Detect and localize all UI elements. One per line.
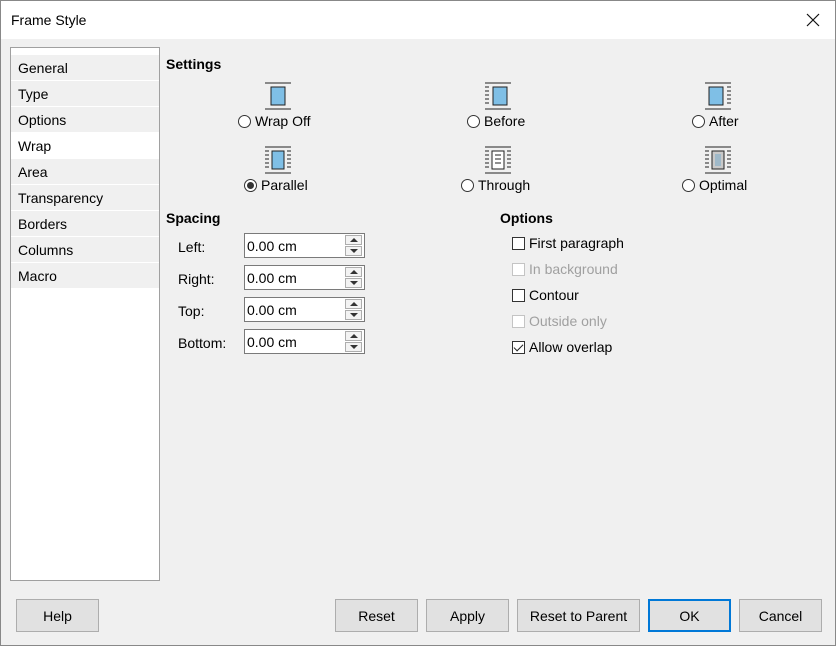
left-spacing-decrement[interactable]: [345, 246, 362, 256]
frame-style-dialog: Frame Style General Type Options Wrap Ar…: [0, 0, 836, 646]
sidebar-item-wrap[interactable]: Wrap: [11, 132, 159, 158]
optimal-radio[interactable]: [682, 178, 695, 192]
arrow-down-icon: [349, 249, 358, 253]
arrow-up-icon: [349, 270, 358, 274]
top-spacing-decrement[interactable]: [345, 310, 362, 320]
close-icon: [806, 13, 820, 27]
apply-button[interactable]: Apply: [426, 599, 509, 632]
first-paragraph-label: First paragraph: [529, 235, 624, 251]
options-heading: Options: [500, 210, 553, 226]
reset-button[interactable]: Reset: [335, 599, 418, 632]
sidebar-item-macro[interactable]: Macro: [11, 262, 159, 288]
sidebar-item-general[interactable]: General: [11, 54, 159, 80]
left-spacing-input[interactable]: [245, 234, 343, 257]
wrap-parallel-icon[interactable]: [264, 146, 292, 176]
window-title: Frame Style: [11, 12, 87, 28]
bottom-spacing-decrement[interactable]: [345, 342, 362, 352]
bottom-spacing-increment[interactable]: [345, 331, 362, 341]
top-spacing-increment[interactable]: [345, 299, 362, 309]
arrow-up-icon: [349, 238, 358, 242]
first-paragraph-option[interactable]: First paragraph: [512, 234, 624, 252]
top-spacing-label: Top:: [178, 303, 205, 319]
arrow-down-icon: [349, 313, 358, 317]
wrap-off-icon[interactable]: [264, 82, 292, 112]
wrap-through-icon[interactable]: [484, 146, 512, 176]
reset-to-parent-button[interactable]: Reset to Parent: [517, 599, 640, 632]
in-background-label: In background: [529, 261, 618, 277]
allow-overlap-label: Allow overlap: [529, 339, 613, 355]
optimal-label: Optimal: [699, 177, 748, 193]
parallel-label: Parallel: [261, 177, 308, 193]
before-radio[interactable]: [467, 114, 480, 128]
left-spacing-field[interactable]: [244, 233, 365, 258]
parallel-radio[interactable]: [244, 178, 257, 192]
ok-button[interactable]: OK: [648, 599, 731, 632]
wrap-after-icon[interactable]: [704, 82, 732, 112]
arrow-down-icon: [349, 345, 358, 349]
contour-label: Contour: [529, 287, 579, 303]
sidebar-item-type[interactable]: Type: [11, 80, 159, 106]
allow-overlap-option[interactable]: Allow overlap: [512, 338, 612, 356]
right-spacing-increment[interactable]: [345, 267, 362, 277]
contour-checkbox[interactable]: [512, 288, 525, 302]
arrow-up-icon: [349, 302, 358, 306]
outside-only-checkbox: [512, 314, 525, 328]
in-background-checkbox: [512, 262, 525, 276]
sidebar-item-area[interactable]: Area: [11, 158, 159, 184]
bottom-spacing-field[interactable]: [244, 329, 365, 354]
right-spacing-label: Right:: [178, 271, 215, 287]
before-label: Before: [484, 113, 526, 129]
sidebar-item-options[interactable]: Options: [11, 106, 159, 132]
top-spacing-field[interactable]: [244, 297, 365, 322]
optimal-option[interactable]: Optimal: [682, 176, 747, 194]
wrap-off-option[interactable]: Wrap Off: [238, 112, 311, 130]
outside-only-label: Outside only: [529, 313, 607, 329]
wrap-off-radio[interactable]: [238, 114, 251, 128]
help-button[interactable]: Help: [16, 599, 99, 632]
left-spacing-label: Left:: [178, 239, 206, 255]
contour-option[interactable]: Contour: [512, 286, 579, 304]
arrow-down-icon: [349, 281, 358, 285]
through-radio[interactable]: [461, 178, 474, 192]
top-spacing-input[interactable]: [245, 298, 343, 321]
cancel-button[interactable]: Cancel: [739, 599, 822, 632]
spacing-heading: Spacing: [166, 210, 221, 226]
bottom-spacing-label: Bottom:: [178, 335, 227, 351]
sidebar-item-columns[interactable]: Columns: [11, 236, 159, 262]
left-spacing-increment[interactable]: [345, 235, 362, 245]
wrap-before-icon[interactable]: [484, 82, 512, 112]
allow-overlap-checkbox[interactable]: [512, 340, 525, 354]
sidebar-item-transparency[interactable]: Transparency: [11, 184, 159, 210]
title-bar: Frame Style: [1, 1, 835, 39]
outside-only-option: Outside only: [512, 312, 607, 330]
parallel-option[interactable]: Parallel: [244, 176, 308, 194]
right-spacing-input[interactable]: [245, 266, 343, 289]
right-spacing-field[interactable]: [244, 265, 365, 290]
right-spacing-decrement[interactable]: [345, 278, 362, 288]
settings-heading: Settings: [166, 56, 222, 72]
after-radio[interactable]: [692, 114, 705, 128]
through-option[interactable]: Through: [461, 176, 530, 194]
after-option[interactable]: After: [692, 112, 739, 130]
arrow-up-icon: [349, 334, 358, 338]
after-label: After: [709, 113, 739, 129]
through-label: Through: [478, 177, 531, 193]
wrap-optimal-icon[interactable]: [704, 146, 732, 176]
close-button[interactable]: [791, 1, 835, 39]
first-paragraph-checkbox[interactable]: [512, 236, 525, 250]
wrap-off-label: Wrap Off: [255, 113, 311, 129]
sidebar-item-borders[interactable]: Borders: [11, 210, 159, 236]
in-background-option: In background: [512, 260, 618, 278]
before-option[interactable]: Before: [467, 112, 525, 130]
bottom-spacing-input[interactable]: [245, 330, 343, 353]
sidebar-nav: General Type Options Wrap Area Transpare…: [10, 47, 160, 581]
